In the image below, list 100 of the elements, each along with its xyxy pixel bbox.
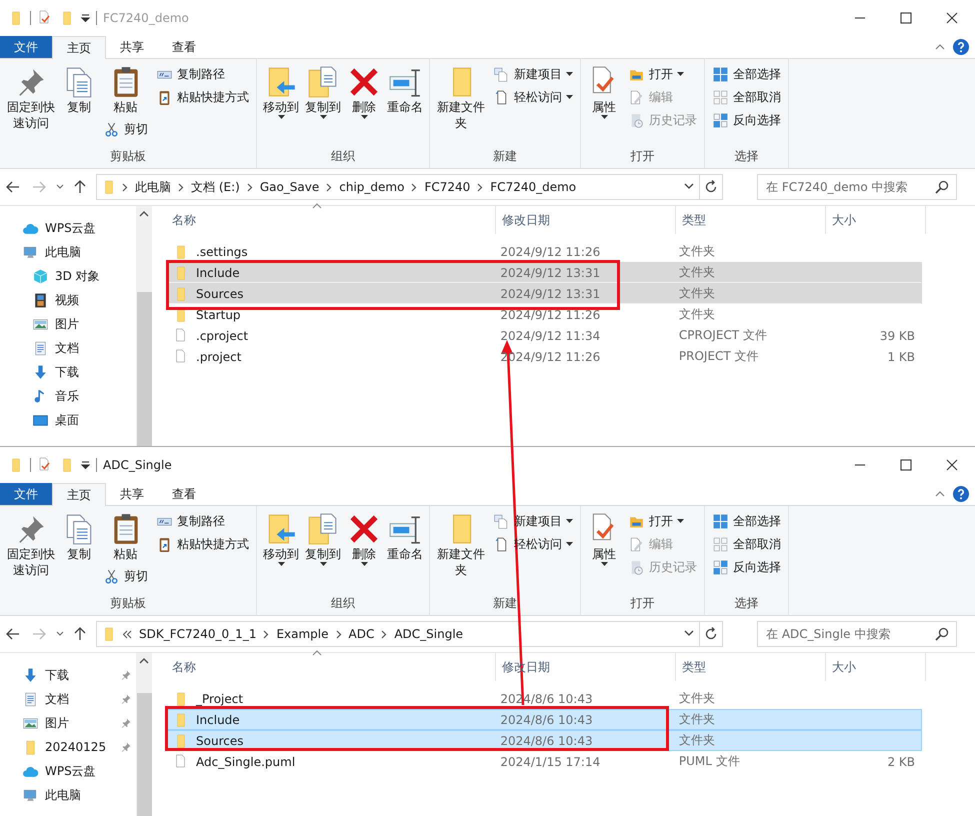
refresh-icon[interactable]: [704, 627, 718, 641]
nav-item[interactable]: 下载: [0, 663, 136, 687]
help-icon[interactable]: [953, 486, 969, 502]
history-dropdown-icon[interactable]: [56, 631, 64, 637]
overflow-chevron-icon[interactable]: [122, 630, 132, 638]
breadcrumb[interactable]: SDK_FC7240_0_1_1: [137, 627, 258, 641]
ribbon-button[interactable]: 粘贴快捷方式: [153, 533, 252, 555]
ribbon-button[interactable]: 删除: [345, 63, 383, 121]
file-row[interactable]: Sources 2024/8/6 10:43 文件夹: [166, 730, 922, 751]
group-label: 打开: [630, 148, 656, 165]
edit-icon: [628, 88, 645, 106]
up-icon[interactable]: [74, 627, 86, 641]
ribbon-button[interactable]: 复制到: [303, 510, 343, 568]
breadcrumb[interactable]: ADC: [346, 627, 376, 641]
ribbon-button[interactable]: 移动到: [261, 63, 301, 121]
ribbon-button[interactable]: 重命名: [385, 510, 425, 564]
ribbon-button[interactable]: 打开: [625, 63, 700, 85]
caret-icon: [566, 519, 573, 523]
column-header[interactable]: 大小: [826, 653, 926, 681]
ribbon-button[interactable]: 粘贴: [100, 510, 151, 564]
breadcrumb[interactable]: Example: [274, 627, 331, 641]
date-text: 2024/1/15 17:14: [500, 754, 600, 768]
ribbon-button[interactable]: 属性: [585, 63, 623, 121]
ribbon-button[interactable]: 固定到快速访问: [4, 510, 58, 580]
file-row[interactable]: Adc_Single.puml 2024/1/15 17:14 PUML 文件 2 KB: [166, 751, 922, 772]
type-text: 文件夹: [678, 285, 715, 302]
nav-item[interactable]: WPS云盘: [0, 759, 136, 783]
ribbon-button[interactable]: 复制路径: [153, 510, 252, 532]
column-header[interactable]: 类型: [676, 653, 826, 681]
ribbon-button[interactable]: 反向选择: [709, 556, 784, 578]
file-name: Adc_Single.puml: [196, 754, 296, 768]
file-name: Include: [196, 712, 240, 726]
chevron-icon: [246, 182, 253, 192]
ribbon-button[interactable]: 粘贴快捷方式: [153, 86, 252, 108]
type-text: 文件夹: [678, 306, 715, 323]
ribbon-tab[interactable]: 查看: [158, 483, 210, 505]
ribbon-button[interactable]: 全部选择: [709, 63, 784, 85]
type-text: PUML 文件: [678, 753, 740, 770]
chevron-icon: [411, 182, 418, 192]
ribbon-button[interactable]: 全部取消: [709, 533, 784, 555]
ribbon-button[interactable]: 复制: [60, 63, 98, 117]
ribbon-button[interactable]: 打开: [625, 510, 700, 532]
caret-icon: [677, 519, 684, 523]
select-all-icon: [712, 512, 729, 530]
dropdown-icon[interactable]: [81, 461, 90, 469]
ribbon-button[interactable]: 剪切: [100, 565, 151, 587]
ribbon-button[interactable]: 轻松访问: [490, 86, 576, 108]
ribbon-button[interactable]: 全部取消: [709, 86, 784, 108]
back-icon[interactable]: [6, 628, 20, 640]
collapse-icon[interactable]: [935, 491, 945, 497]
chevron-icon: [336, 630, 342, 638]
ribbon-button[interactable]: 剪切: [100, 118, 151, 140]
date-text: 2024/9/12 11:34: [500, 328, 600, 342]
ribbon-button[interactable]: 全部选择: [709, 510, 784, 532]
cube-icon: [32, 268, 49, 284]
breadcrumb[interactable]: ADC_Single: [392, 627, 466, 641]
refresh-icon[interactable]: [704, 180, 718, 194]
scrollbar[interactable]: [136, 653, 152, 816]
ribbon-button[interactable]: 新建文件夹: [434, 510, 488, 580]
nav-item[interactable]: 图片: [0, 711, 136, 735]
caret-icon: [677, 72, 684, 76]
caret-icon: [566, 95, 573, 99]
ribbon-button[interactable]: 属性: [585, 510, 623, 568]
ribbon-button[interactable]: 新建项目: [490, 63, 576, 85]
ribbon-tab[interactable]: 文件: [0, 483, 52, 505]
ribbon-button[interactable]: 删除: [345, 510, 383, 568]
ribbon-tab[interactable]: 共享: [106, 483, 158, 505]
scissors-icon: [103, 120, 120, 138]
column-header[interactable]: 名称: [166, 653, 496, 681]
address-bar[interactable]: SDK_FC7240_0_1_1 Example ADC ADC_Single: [96, 621, 723, 647]
nav-item[interactable]: 20240125: [0, 735, 136, 759]
chevron-icon: [263, 630, 270, 638]
ribbon-button[interactable]: 粘贴: [100, 63, 151, 117]
file-name: Sources: [196, 286, 244, 300]
breadcrumb[interactable]: 此电脑: [133, 178, 173, 196]
pin-icon: [120, 669, 132, 681]
ribbon-button[interactable]: 新建文件夹: [434, 63, 488, 133]
file-name: Include: [196, 266, 240, 280]
breadcrumb[interactable]: 文档 (E:): [189, 178, 242, 196]
ribbon-button[interactable]: 复制到: [303, 63, 343, 121]
group-label: 新建: [492, 148, 518, 165]
ribbon-button[interactable]: 复制路径: [153, 63, 252, 85]
ribbon-tab[interactable]: 主页: [52, 483, 106, 506]
ribbon-button[interactable]: 重命名: [385, 63, 425, 117]
ribbon-button[interactable]: 固定到快速访问: [4, 63, 58, 133]
breadcrumb[interactable]: Gao_Save: [258, 180, 322, 194]
breadcrumb[interactable]: FC7240: [422, 180, 472, 194]
ribbon-button[interactable]: 反向选择: [709, 109, 784, 131]
nav-item[interactable]: 文档: [0, 687, 136, 711]
caret-icon: [566, 72, 573, 76]
search-field[interactable]: 在 ADC_Single 中搜索: [757, 621, 957, 647]
file-row[interactable]: Include 2024/8/6 10:43 文件夹: [166, 709, 922, 730]
nav-item[interactable]: 此电脑: [0, 783, 136, 807]
breadcrumb[interactable]: FC7240_demo: [488, 180, 578, 194]
ribbon-button[interactable]: 移动到: [261, 510, 301, 568]
select-all-icon: [712, 66, 729, 82]
chevron-icon: [178, 182, 184, 192]
breadcrumb[interactable]: chip_demo: [337, 180, 406, 194]
sort-icon: [312, 203, 322, 209]
ribbon-button[interactable]: 复制: [60, 510, 98, 564]
